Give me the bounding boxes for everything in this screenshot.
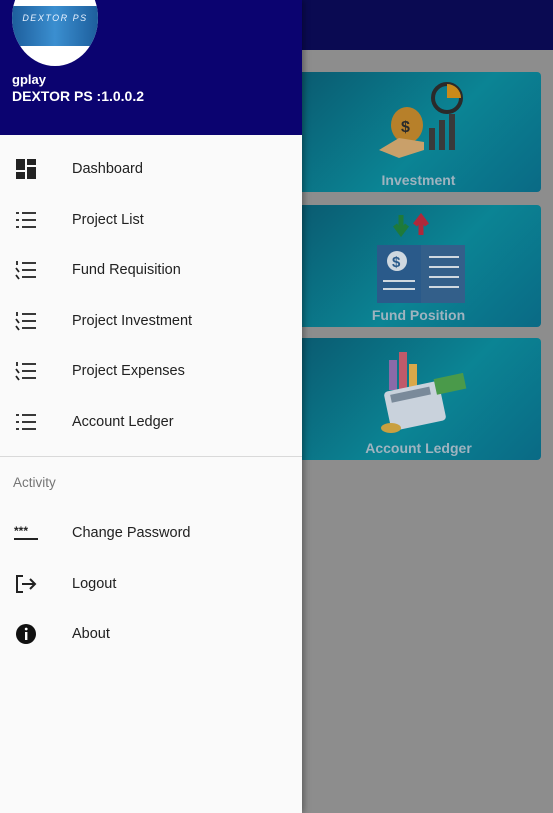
user-name: gplay bbox=[12, 72, 46, 87]
numbered-list-icon bbox=[14, 258, 38, 282]
menu-item-label: About bbox=[72, 626, 110, 642]
logout-icon bbox=[14, 572, 38, 596]
menu-item-about[interactable]: About bbox=[0, 609, 302, 659]
investment-art-icon: $ bbox=[378, 82, 463, 158]
menu-item-fund-requisition[interactable]: Fund Requisition bbox=[0, 245, 302, 295]
card-fund-position[interactable]: $ Fund Position bbox=[296, 205, 541, 327]
menu-item-project-investment[interactable]: Project Investment bbox=[0, 296, 302, 346]
menu-item-account-ledger[interactable]: Account Ledger bbox=[0, 397, 302, 447]
menu-item-label: Project Expenses bbox=[72, 363, 185, 379]
list-icon bbox=[14, 410, 38, 434]
section-title-activity: Activity bbox=[13, 475, 56, 490]
numbered-list-icon bbox=[14, 359, 38, 383]
card-label: Fund Position bbox=[371, 307, 466, 323]
dashboard-icon bbox=[14, 157, 38, 181]
menu-item-change-password[interactable]: *** Change Password bbox=[0, 508, 302, 558]
menu-item-project-list[interactable]: Project List bbox=[0, 195, 302, 245]
menu-item-logout[interactable]: Logout bbox=[0, 559, 302, 609]
card-investment[interactable]: $ Investment bbox=[296, 72, 541, 192]
card-label: Investment bbox=[381, 172, 456, 188]
navigation-drawer: DEXTOR PS gplay DEXTOR PS :1.0.0.2 Dashb… bbox=[0, 0, 302, 813]
menu-item-label: Logout bbox=[72, 576, 117, 592]
menu-item-label: Fund Requisition bbox=[72, 262, 181, 278]
divider bbox=[0, 456, 302, 457]
svg-text:***: *** bbox=[14, 525, 28, 538]
avatar[interactable]: DEXTOR PS bbox=[12, 0, 98, 66]
list-icon bbox=[14, 208, 38, 232]
fund-position-art-icon: $ bbox=[376, 212, 465, 303]
info-icon bbox=[14, 622, 38, 646]
menu-item-label: Project List bbox=[72, 212, 144, 228]
menu-item-label: Project Investment bbox=[72, 313, 193, 329]
svg-text:$: $ bbox=[392, 254, 401, 271]
numbered-list-icon bbox=[14, 309, 38, 333]
logo-banner: DEXTOR PS bbox=[12, 6, 98, 46]
app-version: DEXTOR PS :1.0.0.2 bbox=[12, 88, 145, 104]
menu-item-dashboard[interactable]: Dashboard bbox=[0, 144, 302, 194]
card-account-ledger[interactable]: Account Ledger bbox=[296, 338, 541, 460]
menu-item-project-expenses[interactable]: Project Expenses bbox=[0, 346, 302, 396]
avatar-logo-text: DEXTOR PS bbox=[22, 13, 88, 23]
password-icon: *** bbox=[14, 521, 38, 545]
menu-item-label: Change Password bbox=[72, 525, 191, 541]
menu-item-label: Dashboard bbox=[72, 161, 143, 177]
drawer-header: DEXTOR PS gplay DEXTOR PS :1.0.0.2 bbox=[0, 0, 302, 135]
menu-item-label: Account Ledger bbox=[72, 414, 174, 430]
account-ledger-art-icon bbox=[380, 352, 466, 433]
svg-text:$: $ bbox=[401, 119, 410, 136]
card-label: Account Ledger bbox=[365, 440, 472, 456]
